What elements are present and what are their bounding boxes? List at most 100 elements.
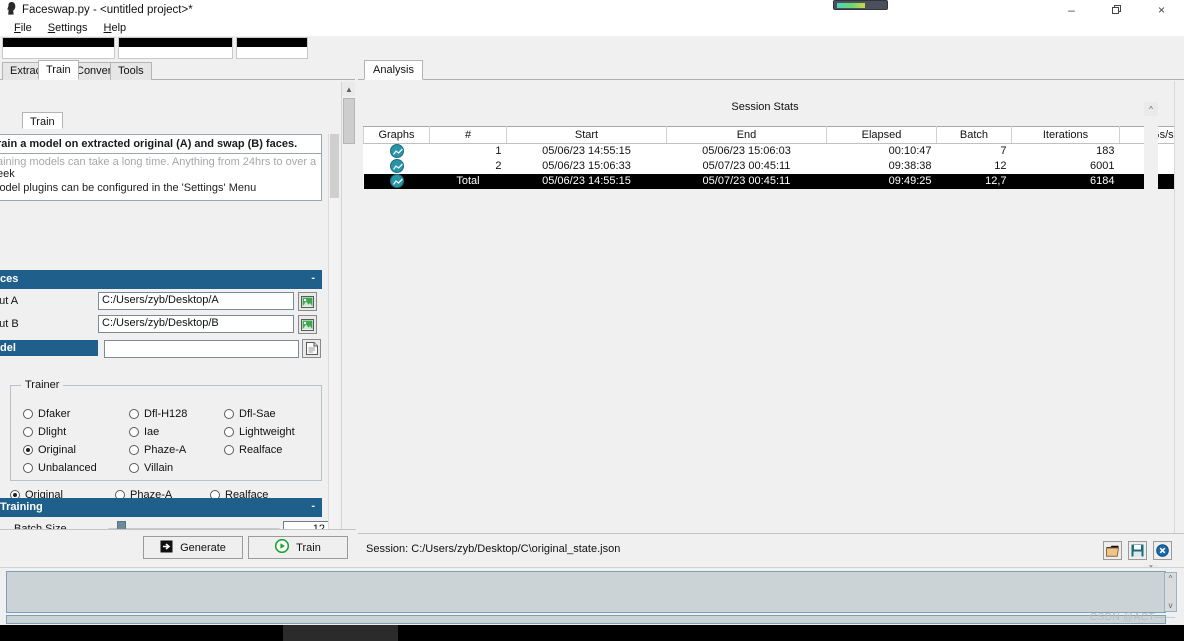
table-row[interactable]: 1 05/06/23 14:55:15 05/06/23 15:06:03 00… xyxy=(363,143,1184,159)
cell-elapsed: 00:10:47 xyxy=(826,143,937,159)
radio-label: Dfaker xyxy=(38,408,71,420)
radio-realface[interactable]: Realface xyxy=(224,444,282,456)
minimize-button[interactable]: – xyxy=(1049,0,1094,20)
input-b-field[interactable]: C:/Users/zyb/Desktop/B xyxy=(98,315,294,333)
model-row: del xyxy=(0,339,330,361)
radio-unbalanced[interactable]: Unbalanced xyxy=(23,462,97,474)
faces-collapse-icon[interactable]: - xyxy=(311,272,315,284)
col-iterations[interactable]: Iterations xyxy=(1011,126,1120,144)
training-collapse-icon[interactable]: - xyxy=(311,500,315,512)
menu-settings[interactable]: Settings xyxy=(40,22,96,34)
radio-label: Realface xyxy=(239,444,283,456)
train-button[interactable]: Train xyxy=(248,536,348,559)
cell-iterations: 183 xyxy=(1011,143,1120,159)
watermark-text: CSDN @ACT—— xyxy=(1090,612,1176,623)
faces-section-header[interactable]: ces - xyxy=(0,270,322,289)
graph-icon[interactable] xyxy=(363,173,430,189)
radio-dfaker[interactable]: Dfaker xyxy=(23,408,70,420)
cell-batch: 12 xyxy=(936,158,1012,174)
session-stats-table: Graphs # Start End Elapsed Batch Iterati… xyxy=(363,126,1184,189)
col-batch[interactable]: Batch xyxy=(936,126,1012,144)
radio-dlight[interactable]: Dlight xyxy=(23,426,66,438)
cell-end: 05/07/23 00:45:11 xyxy=(666,173,827,189)
training-section-header[interactable]: Training - xyxy=(0,498,322,517)
tab-analysis[interactable]: Analysis xyxy=(364,60,423,80)
col-graphs[interactable]: Graphs xyxy=(363,126,430,144)
graph-icon[interactable] xyxy=(363,143,430,159)
radio-dot xyxy=(224,427,234,437)
options-inner-scrollbar[interactable] xyxy=(328,134,339,565)
file-icon[interactable] xyxy=(302,339,321,358)
title-bar: Faceswap.py - <untitled project>* – × xyxy=(0,0,1184,20)
radio-dot xyxy=(224,445,234,455)
table-row-total[interactable]: Total 05/06/23 14:55:15 05/07/23 00:45:1… xyxy=(363,173,1184,189)
session-path-label: Session: C:/Users/zyb/Desktop/C\original… xyxy=(366,543,621,555)
graph-icon[interactable] xyxy=(363,158,430,174)
tab-tools[interactable]: Tools xyxy=(110,62,152,80)
taskbar xyxy=(0,625,1184,641)
radio-lightweight[interactable]: Lightweight xyxy=(224,426,295,438)
faceswap-window: Faceswap.py - <untitled project>* – × Fi… xyxy=(0,0,1184,641)
radio-iae[interactable]: Iae xyxy=(129,426,159,438)
stats-scrollbar[interactable]: ^ v xyxy=(1144,102,1158,572)
options-inner-thumb[interactable] xyxy=(330,134,339,198)
right-panel-scrollbar[interactable] xyxy=(1174,81,1184,551)
cell-iterations: 6184 xyxy=(1011,173,1120,189)
folder-image-icon-b[interactable] xyxy=(298,315,317,334)
input-b-row: put B C:/Users/zyb/Desktop/B xyxy=(0,315,330,336)
model-dir-field[interactable] xyxy=(104,340,299,358)
cell-start: 05/06/23 15:06:33 xyxy=(506,158,667,174)
maximize-button[interactable] xyxy=(1094,0,1139,20)
left-panel: Extract Train Convert Tools Train rain a… xyxy=(0,60,355,565)
scroll-up-icon[interactable]: ^ xyxy=(1165,573,1176,584)
col-elapsed[interactable]: Elapsed xyxy=(826,126,937,144)
console-scrollbar[interactable]: ^ v xyxy=(1164,572,1177,612)
radio-dot xyxy=(129,427,139,437)
left-panel-scrollbar[interactable]: ▲ ▼ xyxy=(341,82,355,562)
cell-number: Total xyxy=(429,173,507,189)
radio-label: Unbalanced xyxy=(38,462,97,474)
radio-label: Dfl-H128 xyxy=(144,408,188,420)
redacted-box-2 xyxy=(118,37,233,59)
inner-tab-train[interactable]: Train xyxy=(22,112,63,129)
tab-train[interactable]: Train xyxy=(38,60,79,80)
radio-label: Phaze-A xyxy=(144,444,187,456)
scroll-up-icon[interactable]: ^ xyxy=(1144,102,1158,116)
radio-label: Lightweight xyxy=(239,426,295,438)
gpu-monitor-widget[interactable] xyxy=(833,0,888,10)
cell-batch: 12,7 xyxy=(936,173,1012,189)
generate-icon xyxy=(160,540,173,556)
menu-help[interactable]: Help xyxy=(96,22,135,34)
radio-dfl-sae[interactable]: Dfl-Sae xyxy=(224,408,276,420)
generate-button[interactable]: Generate xyxy=(143,536,243,559)
cell-start: 05/06/23 14:55:15 xyxy=(506,173,667,189)
radio-villain[interactable]: Villain xyxy=(129,462,173,474)
radio-original[interactable]: Original xyxy=(23,444,76,456)
taskbar-active-item[interactable] xyxy=(283,625,398,641)
scroll-up-icon[interactable]: ▲ xyxy=(342,82,355,96)
menu-file[interactable]: File xyxy=(6,22,40,34)
cell-number: 1 xyxy=(429,143,507,159)
radio-label: Original xyxy=(38,444,76,456)
radio-label: Dfl-Sae xyxy=(239,408,276,420)
save-session-icon[interactable] xyxy=(1128,541,1147,560)
radio-dot xyxy=(129,463,139,473)
scroll-down-icon[interactable]: v xyxy=(1165,600,1176,611)
trainer-group: Trainer Dfaker Dfl-H128 Dfl-Sae Dlight I… xyxy=(10,379,322,481)
radio-dot xyxy=(23,427,33,437)
console-area: ^ v xyxy=(0,567,1184,625)
input-a-field[interactable]: C:/Users/zyb/Desktop/A xyxy=(98,292,294,310)
col-start[interactable]: Start xyxy=(506,126,667,144)
radio-phaze-a[interactable]: Phaze-A xyxy=(129,444,186,456)
left-scroll-thumb[interactable] xyxy=(343,98,355,144)
col-number[interactable]: # xyxy=(429,126,507,144)
col-end[interactable]: End xyxy=(666,126,827,144)
clear-session-icon[interactable] xyxy=(1153,541,1172,560)
folder-open-icon[interactable] xyxy=(1103,541,1122,560)
description-faded-line: aining models can take a long time. Anyt… xyxy=(0,156,317,168)
table-row[interactable]: 2 05/06/23 15:06:33 05/07/23 00:45:11 09… xyxy=(363,158,1184,174)
radio-dfl-h128[interactable]: Dfl-H128 xyxy=(129,408,187,420)
close-button[interactable]: × xyxy=(1139,0,1184,20)
console-output[interactable] xyxy=(6,571,1166,613)
folder-image-icon[interactable] xyxy=(298,292,317,311)
